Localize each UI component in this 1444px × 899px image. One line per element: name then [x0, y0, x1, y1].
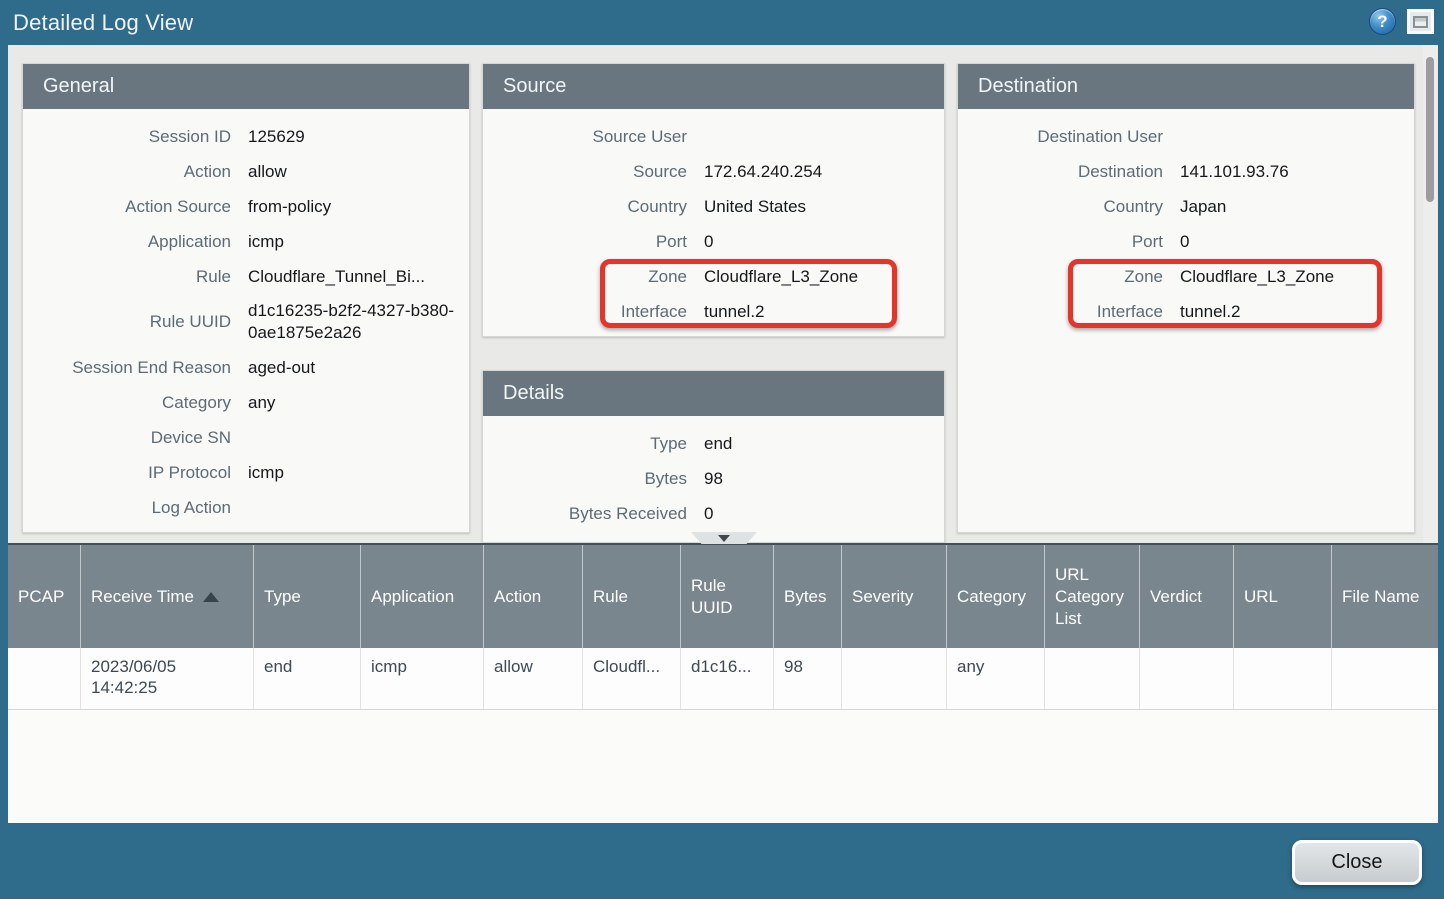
log-table: PCAP Receive Time Type Application Actio…: [8, 543, 1438, 823]
field-bytes-received: Bytes Received0: [483, 496, 944, 531]
details-panel-header: Details: [483, 371, 944, 416]
column-header-receive-time[interactable]: Receive Time: [80, 545, 253, 648]
field-destination-interface: Interfacetunnel.2: [958, 294, 1414, 329]
details-panel: Details Typeend Bytes98 Bytes Received0: [482, 370, 945, 543]
field-action: Actionallow: [23, 154, 469, 189]
dialog-title: Detailed Log View: [13, 10, 193, 36]
field-generated-time: Generated Time2023/06/05 14:42:25: [23, 525, 469, 533]
cell-pcap: [8, 648, 80, 709]
column-header-category[interactable]: Category: [946, 545, 1044, 648]
maximize-window-icon-glyph: [1413, 16, 1428, 28]
cell-url-category-list: [1044, 648, 1139, 709]
details-panel-body: Typeend Bytes98 Bytes Received0: [483, 416, 944, 531]
column-header-rule-uuid[interactable]: Rule UUID: [680, 545, 773, 648]
field-device-sn: Device SN: [23, 420, 469, 455]
field-source-user: Source User: [483, 119, 944, 154]
help-icon[interactable]: ?: [1369, 8, 1396, 35]
source-panel: Source Source User Source172.64.240.254 …: [482, 63, 945, 337]
field-source-port: Port0: [483, 224, 944, 259]
column-header-action[interactable]: Action: [483, 545, 582, 648]
cell-application: icmp: [360, 648, 483, 709]
titlebar: Detailed Log View ?: [0, 0, 1444, 45]
log-table-header: PCAP Receive Time Type Application Actio…: [8, 545, 1438, 648]
field-destination-port: Port0: [958, 224, 1414, 259]
field-destination-user: Destination User: [958, 119, 1414, 154]
column-header-verdict[interactable]: Verdict: [1139, 545, 1233, 648]
titlebar-icons: ?: [1369, 8, 1434, 35]
log-detail-area: General Session ID125629 Actionallow Act…: [8, 45, 1438, 543]
field-rule-uuid: Rule UUIDd1c16235-b2f2-4327-b380-0ae1875…: [23, 294, 469, 350]
source-panel-header: Source: [483, 64, 944, 109]
field-category: Categoryany: [23, 385, 469, 420]
general-panel: General Session ID125629 Actionallow Act…: [22, 63, 470, 533]
log-table-row[interactable]: 2023/06/05 14:42:25 end icmp allow Cloud…: [8, 648, 1438, 710]
field-destination: Destination141.101.93.76: [958, 154, 1414, 189]
cell-action: allow: [483, 648, 582, 709]
cell-severity: [841, 648, 946, 709]
field-source: Source172.64.240.254: [483, 154, 944, 189]
field-source-zone: ZoneCloudflare_L3_Zone: [483, 259, 944, 294]
column-header-url[interactable]: URL: [1233, 545, 1331, 648]
column-header-pcap[interactable]: PCAP: [8, 545, 80, 648]
collapse-handle[interactable]: [691, 532, 757, 544]
field-type: Typeend: [483, 426, 944, 461]
vertical-scrollbar-thumb[interactable]: [1426, 57, 1434, 202]
cell-rule: Cloudfl...: [582, 648, 680, 709]
destination-panel-header: Destination: [958, 64, 1414, 109]
field-source-interface: Interfacetunnel.2: [483, 294, 944, 329]
field-ip-protocol: IP Protocolicmp: [23, 455, 469, 490]
field-application: Applicationicmp: [23, 224, 469, 259]
column-header-application[interactable]: Application: [360, 545, 483, 648]
field-bytes: Bytes98: [483, 461, 944, 496]
column-header-severity[interactable]: Severity: [841, 545, 946, 648]
field-session-end-reason: Session End Reasonaged-out: [23, 350, 469, 385]
destination-panel: Destination Destination User Destination…: [957, 63, 1415, 533]
close-button[interactable]: Close: [1292, 840, 1422, 885]
cell-url: [1233, 648, 1331, 709]
cell-type: end: [253, 648, 360, 709]
field-log-action: Log Action: [23, 490, 469, 525]
field-destination-zone: ZoneCloudflare_L3_Zone: [958, 259, 1414, 294]
column-header-url-category-list[interactable]: URL Category List: [1044, 545, 1139, 648]
cell-rule-uuid: d1c16...: [680, 648, 773, 709]
column-header-rule[interactable]: Rule: [582, 545, 680, 648]
sort-ascending-icon: [203, 592, 219, 602]
cell-bytes: 98: [773, 648, 841, 709]
cell-verdict: [1139, 648, 1233, 709]
field-rule: RuleCloudflare_Tunnel_Bi...: [23, 259, 469, 294]
help-icon-glyph: ?: [1377, 12, 1387, 32]
chevron-down-icon: [718, 535, 730, 542]
maximize-window-icon[interactable]: [1407, 9, 1434, 34]
field-action-source: Action Sourcefrom-policy: [23, 189, 469, 224]
cell-receive-time: 2023/06/05 14:42:25: [80, 648, 253, 709]
vertical-scrollbar-track[interactable]: [1423, 45, 1437, 543]
general-panel-body: Session ID125629 Actionallow Action Sour…: [23, 109, 469, 533]
general-panel-header: General: [23, 64, 469, 109]
column-header-bytes[interactable]: Bytes: [773, 545, 841, 648]
field-session-id: Session ID125629: [23, 119, 469, 154]
field-destination-country: CountryJapan: [958, 189, 1414, 224]
cell-category: any: [946, 648, 1044, 709]
source-panel-body: Source User Source172.64.240.254 Country…: [483, 109, 944, 329]
column-header-file-name[interactable]: File Name: [1331, 545, 1438, 648]
field-source-country: CountryUnited States: [483, 189, 944, 224]
destination-panel-body: Destination User Destination141.101.93.7…: [958, 109, 1414, 329]
cell-file-name: [1331, 648, 1438, 709]
column-header-type[interactable]: Type: [253, 545, 360, 648]
